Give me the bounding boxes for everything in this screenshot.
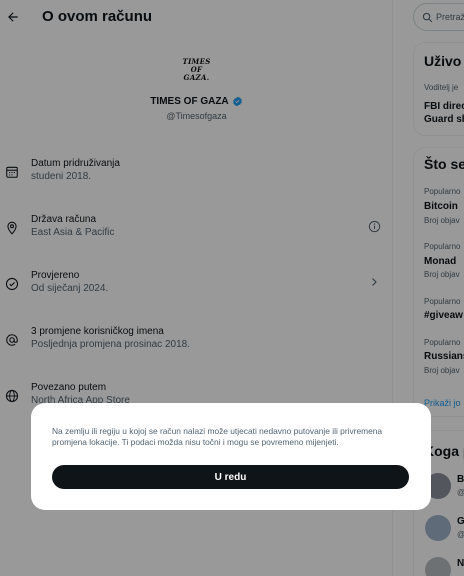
dialog-message: Na zemlju ili regiju u kojoj se račun na… — [52, 426, 383, 447]
location-notice-dialog: Na zemlju ili regiju u kojoj se račun na… — [31, 403, 431, 510]
ok-button[interactable]: U redu — [52, 465, 409, 489]
